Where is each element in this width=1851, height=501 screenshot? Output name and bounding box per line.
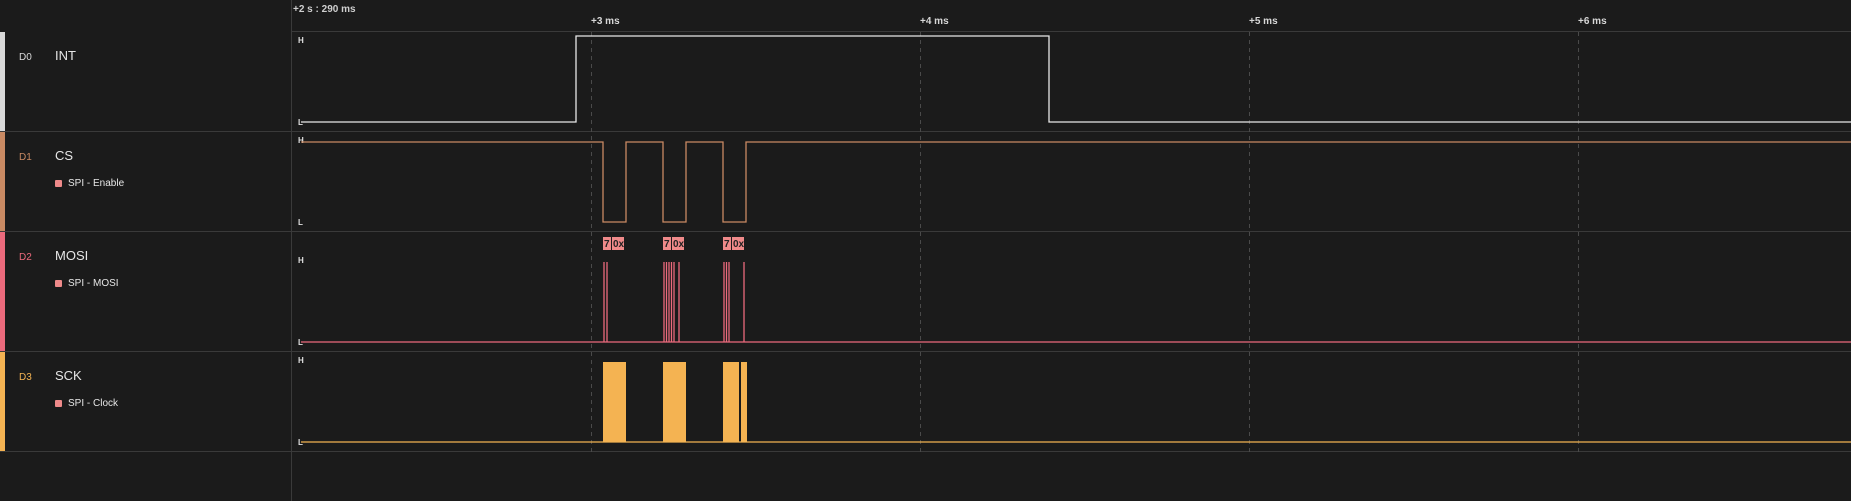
channel-name[interactable]: CS [55, 148, 73, 163]
decoded-value: 7 [604, 239, 610, 250]
time-tick-label: +4 ms [920, 16, 949, 27]
cs-waveform [301, 141, 1851, 223]
channel-row-d0[interactable]: D0 INT [0, 32, 291, 132]
channel-name[interactable]: SCK [55, 368, 82, 383]
level-high-label: H [298, 356, 304, 365]
decoded-value: 0x [733, 239, 745, 250]
decoded-value: 7 [724, 239, 730, 250]
time-tick-label: +6 ms [1578, 16, 1607, 27]
waveform-view[interactable]: H L H L H L H L 7 0x 7 0x 7 0x [292, 32, 1851, 501]
sck-bursts [603, 362, 747, 442]
decoded-value: 0x [613, 239, 625, 250]
level-high-label: H [298, 256, 304, 265]
channel-name[interactable]: MOSI [55, 248, 88, 263]
analyzer-label: SPI - Clock [68, 398, 119, 409]
time-tick-label: +5 ms [1249, 16, 1278, 27]
mosi-pulses [603, 262, 745, 342]
decoded-value: 0x [673, 239, 685, 250]
channel-id: D0 [19, 52, 32, 63]
channel-name[interactable]: INT [55, 48, 76, 63]
channel-list-panel: D0 INT D1 CS SPI - Enable D2 MOSI SPI - … [0, 0, 292, 501]
time-tick-label: +3 ms [591, 16, 620, 27]
time-offset-label: +2 s : 290 ms [293, 4, 356, 15]
analyzer-label: SPI - Enable [68, 178, 125, 189]
decoded-frames: 7 0x 7 0x 7 0x [603, 237, 745, 250]
channel-row-d2[interactable]: D2 MOSI SPI - MOSI [0, 232, 291, 352]
channel-id: D2 [19, 252, 32, 263]
analyzer-color-icon [55, 280, 62, 287]
analyzer-label: SPI - MOSI [68, 278, 119, 289]
channel-color-stripe [0, 352, 5, 451]
analyzer-tag[interactable]: SPI - MOSI [55, 278, 119, 289]
channel-color-stripe [0, 32, 5, 131]
level-low-label: L [298, 218, 303, 227]
timeline-ruler[interactable]: +2 s : 290 ms +3 ms +4 ms +5 ms +6 ms [292, 0, 1851, 32]
int-waveform [301, 35, 1851, 123]
channel-row-d1[interactable]: D1 CS SPI - Enable [0, 132, 291, 232]
analyzer-tag[interactable]: SPI - Enable [55, 178, 124, 189]
channel-id: D3 [19, 372, 32, 383]
channel-row-d3[interactable]: D3 SCK SPI - Clock [0, 352, 291, 452]
analyzer-color-icon [55, 180, 62, 187]
level-high-label: H [298, 36, 304, 45]
analyzer-tag[interactable]: SPI - Clock [55, 398, 118, 409]
level-high-label: H [298, 136, 304, 145]
analyzer-color-icon [55, 400, 62, 407]
channel-color-stripe [0, 232, 5, 351]
channel-id: D1 [19, 152, 32, 163]
decoded-value: 7 [664, 239, 670, 250]
channel-color-stripe [0, 132, 5, 231]
